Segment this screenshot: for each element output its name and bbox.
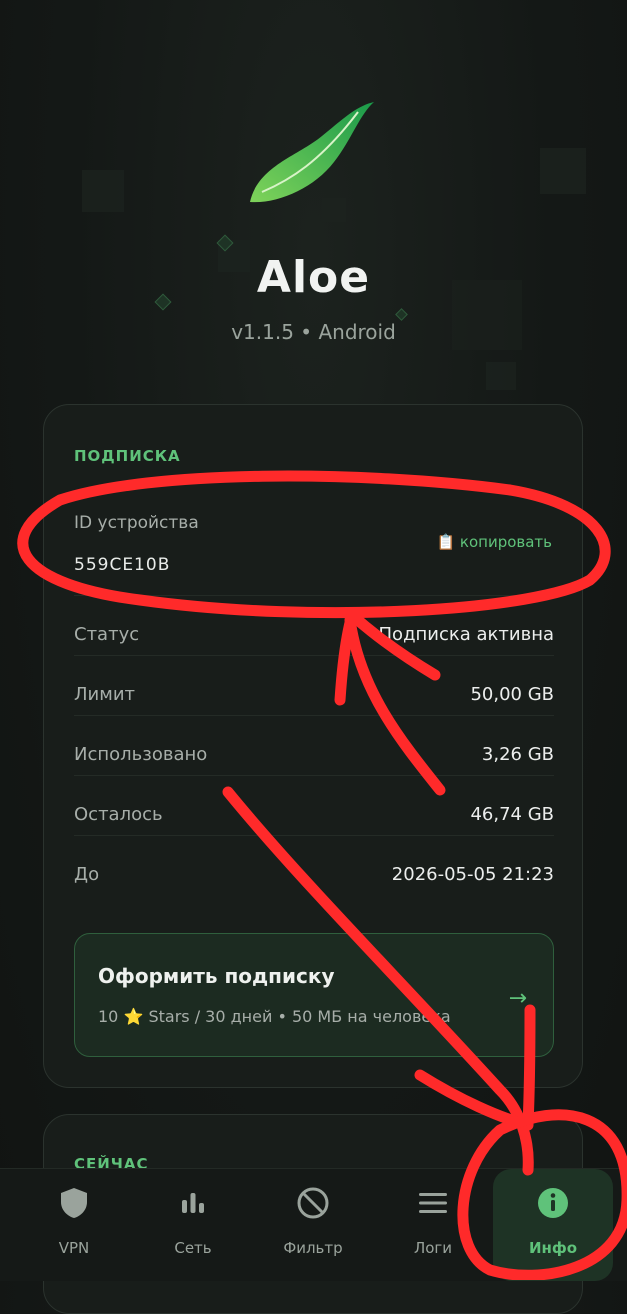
info-icon [538, 1188, 568, 1218]
device-id-label: ID устройства [74, 513, 199, 533]
bar-chart-icon [182, 1193, 204, 1213]
used-row: Использовано 3,26 GB [74, 715, 554, 776]
subscribe-button[interactable]: Оформить подписку 10 ⭐ Stars / 30 дней •… [74, 933, 554, 1057]
background-decoration [395, 308, 408, 321]
nav-label: Логи [413, 1239, 453, 1257]
row-label: До [74, 864, 100, 885]
background-decoration [540, 148, 586, 194]
expiry-row: До 2026-05-05 21:23 [74, 835, 554, 896]
row-label: Статус [74, 624, 140, 645]
row-label: Осталось [74, 804, 163, 825]
nav-label: Фильтр [283, 1239, 343, 1257]
row-value: Подписка активна [378, 624, 554, 645]
arrow-right-icon: → [508, 986, 527, 1011]
nav-label: Сеть [174, 1239, 212, 1257]
nav-item-logs[interactable]: Логи [373, 1169, 493, 1281]
row-value: 50,00 GB [470, 684, 554, 705]
section-title: ПОДПИСКА [74, 447, 181, 465]
background-decoration [486, 362, 516, 390]
remaining-row: Осталось 46,74 GB [74, 775, 554, 836]
block-icon [297, 1187, 329, 1219]
nav-label: VPN [58, 1239, 90, 1257]
nav-item-filter[interactable]: Фильтр [253, 1169, 373, 1281]
subscribe-description: 10 ⭐ Stars / 30 дней • 50 МБ на человека [98, 1007, 451, 1026]
subscription-card: ПОДПИСКА ID устройства 559CE10B 📋 копиро… [43, 404, 583, 1088]
row-value: 2026-05-05 21:23 [391, 864, 554, 885]
status-row: Статус Подписка активна [74, 595, 554, 656]
aloe-leaf-logo [250, 102, 374, 203]
nav-item-vpn[interactable]: VPN [14, 1169, 134, 1281]
row-value: 46,74 GB [470, 804, 554, 825]
copy-button[interactable]: 📋 копировать [436, 533, 552, 551]
bottom-navigation: VPN Сеть Фильтр Логи Инфо [0, 1168, 627, 1281]
nav-label: Инфо [528, 1239, 578, 1257]
nav-item-info[interactable]: Инфо [493, 1169, 613, 1281]
row-label: Лимит [74, 684, 135, 705]
limit-row: Лимит 50,00 GB [74, 655, 554, 716]
subscribe-title: Оформить подписку [98, 964, 335, 988]
row-value: 3,26 GB [481, 744, 554, 765]
app-title: Aloe [256, 252, 371, 303]
background-decoration [82, 170, 124, 212]
shield-icon [61, 1188, 87, 1218]
app-version: v1.1.5 • Android [231, 320, 396, 344]
row-label: Использовано [74, 744, 208, 765]
menu-lines-icon [419, 1193, 447, 1213]
device-id-value: 559CE10B [74, 555, 171, 575]
nav-item-network[interactable]: Сеть [133, 1169, 253, 1281]
